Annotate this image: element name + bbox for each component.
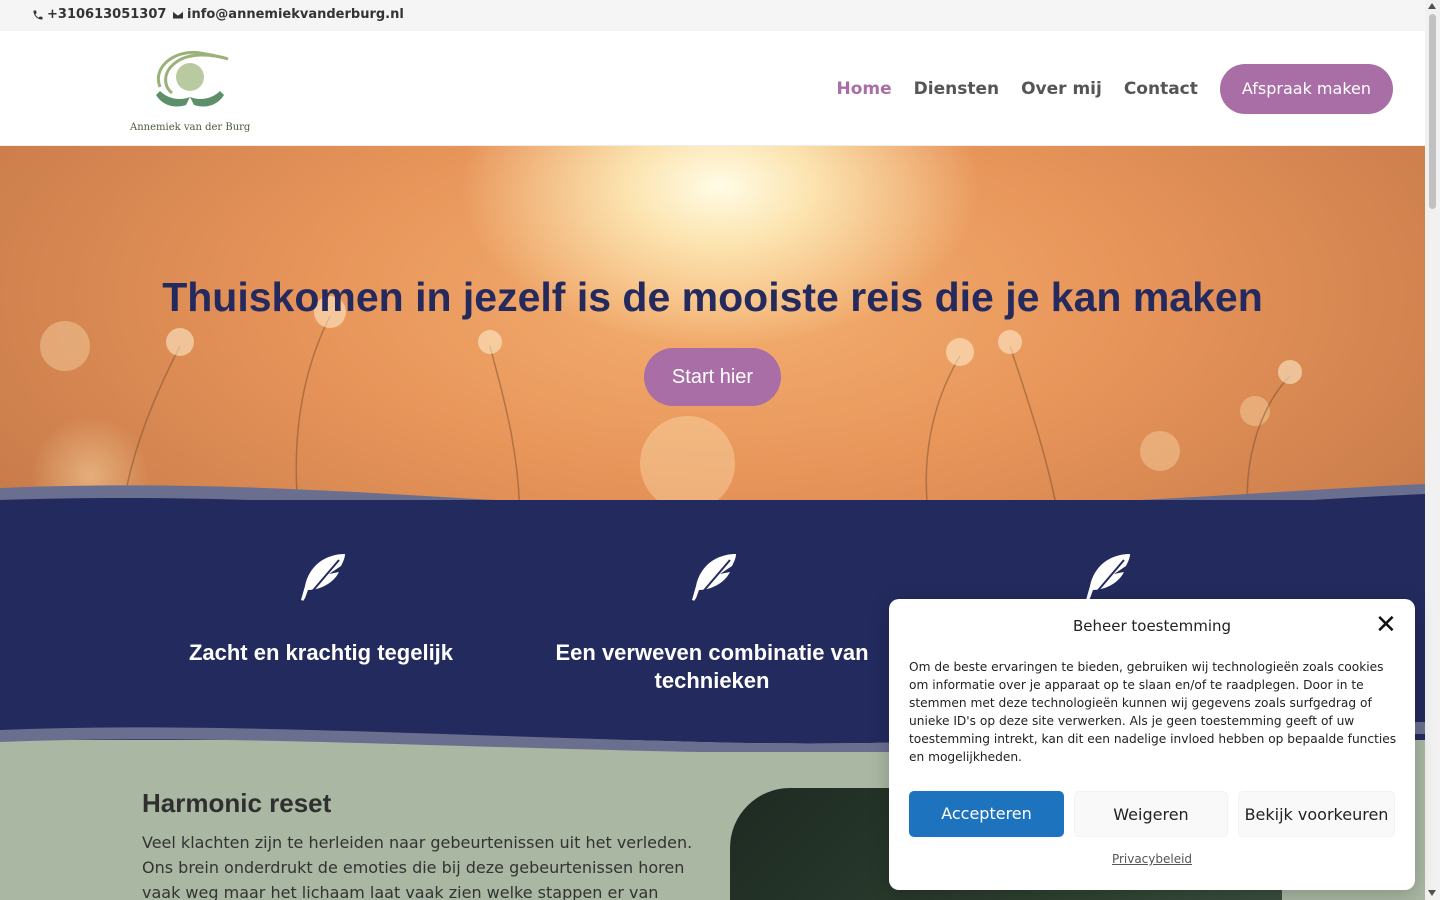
privacy-policy-link[interactable]: Privacybeleid: [889, 852, 1415, 866]
feature-item: Een verweven combinatie van technieken: [537, 552, 887, 695]
feather-icon: [1086, 554, 1130, 602]
site-logo[interactable]: Annemiek van der Burg: [130, 47, 251, 133]
scrollbar-thumb[interactable]: [1429, 14, 1436, 209]
feature-title: Een verweven combinatie van technieken: [555, 640, 869, 693]
phone-link[interactable]: +310613051307: [32, 7, 166, 22]
deny-button[interactable]: Weigeren: [1074, 791, 1228, 837]
nav-diensten[interactable]: Diensten: [914, 79, 999, 99]
appointment-button[interactable]: Afspraak maken: [1219, 64, 1393, 114]
close-icon[interactable]: ✕: [1375, 612, 1397, 638]
grass-stems-decoration: [119, 296, 1302, 526]
logo-text: Annemiek van der Burg: [130, 122, 251, 133]
email-link[interactable]: info@annemiekvanderburg.nl: [172, 7, 404, 22]
envelope-icon: [173, 11, 183, 18]
scroll-down-icon[interactable]: [1428, 890, 1436, 896]
consent-text: Om de beste ervaringen te bieden, gebrui…: [909, 660, 1397, 764]
logo-hands-icon: [156, 50, 229, 107]
page-scrollbar[interactable]: [1425, 0, 1440, 900]
accept-button[interactable]: Accepteren: [909, 791, 1064, 837]
nav-over-mij[interactable]: Over mij: [1021, 79, 1102, 99]
phone-number: +310613051307: [47, 7, 167, 22]
main-nav: Home Diensten Over mij Contact Afspraak …: [836, 64, 1393, 114]
feature-title: Zacht en krachtig tegelijk: [188, 640, 454, 665]
section-heading: Harmonic reset: [142, 788, 332, 818]
consent-title: Beheer toestemming: [1072, 617, 1232, 635]
site-header: Annemiek van der Burg Home Diensten Over…: [0, 31, 1425, 146]
start-here-button[interactable]: Start hier: [644, 348, 781, 406]
nav-home[interactable]: Home: [836, 79, 891, 99]
top-bar: +310613051307 info@annemiekvanderburg.nl: [0, 0, 1425, 31]
section-text: Veel klachten zijn te herleiden naar geb…: [142, 833, 693, 900]
scroll-up-icon[interactable]: [1428, 3, 1436, 9]
cookie-consent-dialog: Beheer toestemming ✕ Om de beste ervarin…: [889, 599, 1415, 890]
feather-icon: [692, 554, 736, 602]
email-address: info@annemiekvanderburg.nl: [187, 7, 404, 22]
hero-title: Thuiskomen in jezelf is de mooiste reis …: [162, 274, 1263, 320]
view-preferences-button[interactable]: Bekijk voorkeuren: [1238, 791, 1395, 837]
feature-item: Zacht en krachtig tegelijk: [161, 552, 481, 667]
hero-banner: Thuiskomen in jezelf is de mooiste reis …: [0, 146, 1425, 526]
phone-icon: [33, 10, 43, 19]
feather-icon: [301, 554, 345, 602]
nav-contact[interactable]: Contact: [1124, 79, 1198, 99]
